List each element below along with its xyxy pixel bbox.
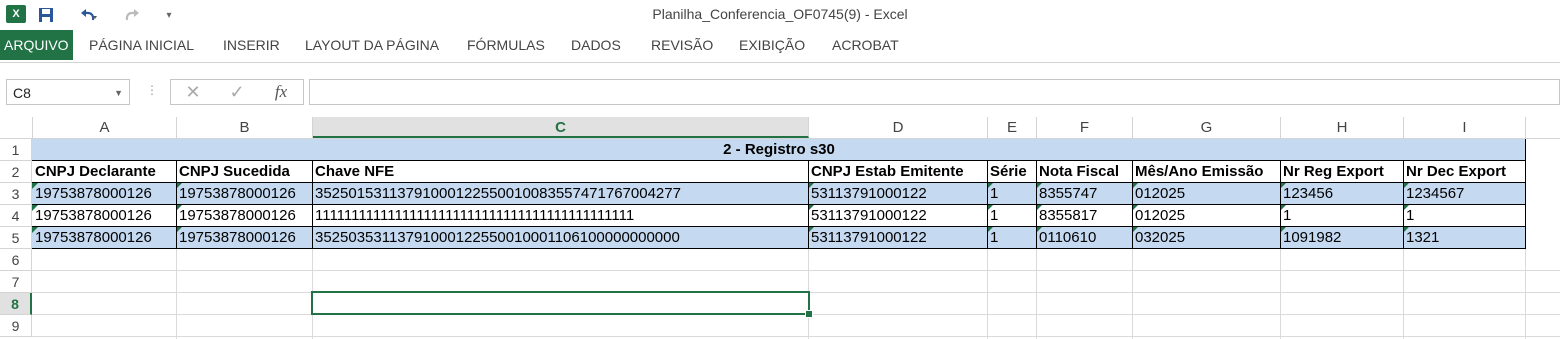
title-bar: X ▾ Planilha_Conferencia_OF0745(9) - Exc… [0, 0, 1560, 30]
tab-acrobat[interactable]: ACROBAT [832, 30, 899, 60]
table-cell[interactable]: 1111111111111111111111111111111111111111… [312, 205, 808, 227]
header-nr-reg-export[interactable]: Nr Reg Export [1280, 161, 1403, 183]
row-header-3[interactable]: 3 [0, 183, 32, 205]
tab-layout-da-pagina[interactable]: LAYOUT DA PÁGINA [305, 30, 439, 60]
table-cell[interactable]: 1 [987, 227, 1036, 249]
tab-formulas[interactable]: FÓRMULAS [467, 30, 545, 60]
tab-arquivo[interactable]: ARQUIVO [0, 30, 73, 60]
header-cnpj-sucedida[interactable]: CNPJ Sucedida [176, 161, 312, 183]
table-cell[interactable]: 1 [987, 205, 1036, 227]
ribbon-tabs: ARQUIVO PÁGINA INICIAL INSERIR LAYOUT DA… [0, 30, 1560, 60]
table-cell[interactable]: 3525015311379100012255001008355747176700… [312, 183, 808, 205]
table-cell[interactable]: 1 [1403, 205, 1526, 227]
row-header-1[interactable]: 1 [0, 139, 32, 161]
select-all-corner[interactable] [0, 117, 33, 138]
row-header-6[interactable]: 6 [0, 249, 32, 271]
header-mes-ano-emissao[interactable]: Mês/Ano Emissão [1132, 161, 1280, 183]
row-header-8[interactable]: 8 [0, 293, 32, 315]
header-serie[interactable]: Série [987, 161, 1036, 183]
table-cell[interactable]: 3525035311379100012255001000110610000000… [312, 227, 808, 249]
table-cell[interactable]: 19753878000126 [32, 183, 176, 205]
cancel-icon[interactable]: ✕ [173, 80, 213, 104]
column-header-g[interactable]: G [1133, 117, 1281, 138]
table-cell[interactable]: 19753878000126 [176, 183, 312, 205]
formula-input[interactable] [309, 79, 1560, 105]
table-cell[interactable]: 19753878000126 [176, 227, 312, 249]
column-header-i[interactable]: I [1404, 117, 1526, 138]
table-cell[interactable]: 1091982 [1280, 227, 1403, 249]
column-header-a[interactable]: A [33, 117, 177, 138]
row-header-5[interactable]: 5 [0, 227, 32, 249]
row-header-4[interactable]: 4 [0, 205, 32, 227]
error-indicator-icon [32, 205, 38, 211]
formula-buttons: ✕ ✓ fx [170, 79, 304, 105]
name-box-value: C8 [13, 85, 31, 101]
column-header-f[interactable]: F [1037, 117, 1133, 138]
table-cell[interactable]: 19753878000126 [32, 205, 176, 227]
table-cell[interactable]: 1 [1280, 205, 1403, 227]
fill-handle[interactable] [805, 310, 813, 318]
table-cell[interactable]: 19753878000126 [32, 227, 176, 249]
header-nr-dec-export[interactable]: Nr Dec Export [1403, 161, 1526, 183]
header-chave-nfe[interactable]: Chave NFE [312, 161, 808, 183]
table-cell[interactable]: 8355747 [1036, 183, 1132, 205]
active-cell-c8[interactable] [311, 291, 810, 315]
table-cell[interactable]: 1234567 [1403, 183, 1526, 205]
formula-bar: C8 ▼ ⋮ ✕ ✓ fx [0, 62, 1560, 117]
name-box[interactable]: C8 ▼ [6, 79, 130, 105]
error-indicator-icon [32, 227, 38, 233]
column-header-e[interactable]: E [988, 117, 1037, 138]
tab-exibicao[interactable]: EXIBIÇÃO [739, 30, 805, 60]
header-cnpj-declarante[interactable]: CNPJ Declarante [32, 161, 176, 183]
table-cell[interactable]: 012025 [1132, 205, 1280, 227]
sheet-grid[interactable]: 2 - Registro s30 CNPJ Declarante CNPJ Su… [32, 139, 1560, 339]
column-header-h[interactable]: H [1281, 117, 1404, 138]
insert-function-icon[interactable]: fx [261, 80, 301, 104]
tab-inserir[interactable]: INSERIR [223, 30, 280, 60]
table-cell[interactable]: 1321 [1403, 227, 1526, 249]
table-cell[interactable]: 012025 [1132, 183, 1280, 205]
tab-dados[interactable]: DADOS [571, 30, 621, 60]
column-header-c[interactable]: C [313, 117, 809, 138]
window-title: Planilha_Conferencia_OF0745(9) - Excel [652, 6, 908, 22]
table-cell[interactable]: 8355817 [1036, 205, 1132, 227]
row-header-9[interactable]: 9 [0, 315, 32, 337]
column-header-b[interactable]: B [177, 117, 313, 138]
error-indicator-icon [32, 183, 38, 189]
table-cell[interactable]: 123456 [1280, 183, 1403, 205]
tab-revisao[interactable]: REVISÃO [651, 30, 713, 60]
table-cell[interactable]: 1 [987, 183, 1036, 205]
more-options-icon[interactable]: ⋮ [146, 83, 158, 97]
table-cell[interactable]: 19753878000126 [176, 205, 312, 227]
column-header-d[interactable]: D [809, 117, 988, 138]
row-header-7[interactable]: 7 [0, 271, 32, 293]
tab-pagina-inicial[interactable]: PÁGINA INICIAL [89, 30, 194, 60]
row-header-2[interactable]: 2 [0, 161, 32, 183]
table-cell[interactable]: 032025 [1132, 227, 1280, 249]
column-headers: A B C D E F G H I [0, 117, 1560, 139]
header-cnpj-estab-emitente[interactable]: CNPJ Estab Emitente [808, 161, 987, 183]
header-nota-fiscal[interactable]: Nota Fiscal [1036, 161, 1132, 183]
table-cell[interactable]: 53113791000122 [808, 205, 987, 227]
table-cell[interactable]: 53113791000122 [808, 227, 987, 249]
chevron-down-icon[interactable]: ▼ [114, 80, 123, 106]
enter-icon[interactable]: ✓ [217, 80, 257, 104]
table-title[interactable]: 2 - Registro s30 [32, 139, 1526, 161]
table-cell[interactable]: 53113791000122 [808, 183, 987, 205]
table-cell[interactable]: 0110610 [1036, 227, 1132, 249]
